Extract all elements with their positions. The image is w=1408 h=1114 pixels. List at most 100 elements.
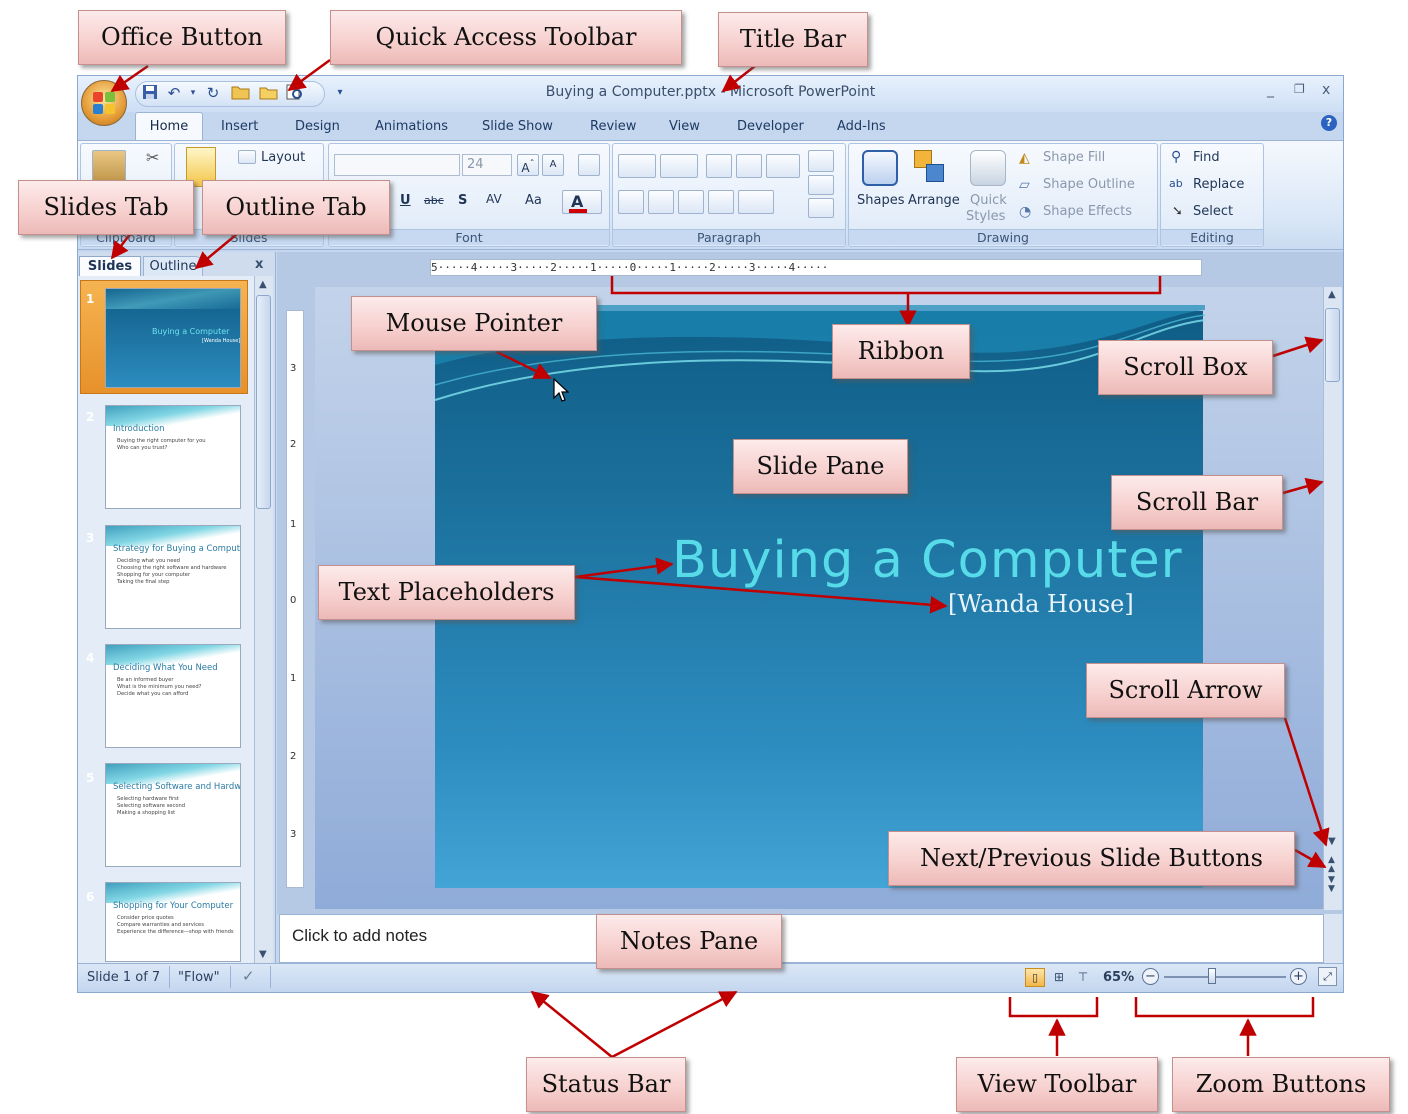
character-spacing-icon[interactable]: AV: [486, 192, 502, 206]
font-color-icon[interactable]: A: [562, 190, 602, 214]
slides-tab[interactable]: Slides: [79, 256, 141, 276]
grow-font-icon[interactable]: Aˆ: [517, 154, 539, 176]
close-button[interactable]: x: [1322, 82, 1330, 98]
align-right-icon[interactable]: [678, 190, 704, 214]
shape-outline-button[interactable]: Shape Outline: [1043, 177, 1135, 192]
shapes-button[interactable]: Shapes: [857, 193, 904, 208]
thumb-title: Deciding What You Need: [113, 663, 218, 673]
replace-button[interactable]: Replace: [1193, 177, 1244, 192]
change-case-icon[interactable]: Aa: [525, 193, 542, 208]
tab-developer[interactable]: Developer: [737, 116, 804, 138]
slide-subtitle-placeholder[interactable]: [Wanda House]: [948, 590, 1134, 618]
font-name-field[interactable]: [334, 154, 460, 176]
minimize-button[interactable]: _: [1267, 82, 1274, 98]
slide-thumbnail[interactable]: Shopping for Your Computer Consider pric…: [105, 882, 241, 962]
thumb-title: Shopping for Your Computer: [113, 901, 234, 911]
previous-slide-icon[interactable]: ▲ ▲: [1328, 856, 1335, 874]
align-center-icon[interactable]: [648, 190, 674, 214]
numbering-icon[interactable]: [660, 154, 698, 178]
normal-view-icon[interactable]: ▯: [1025, 968, 1045, 987]
undo-dropdown-icon[interactable]: ▾: [183, 83, 203, 103]
scroll-up-arrow-icon[interactable]: ▲: [259, 279, 267, 290]
slide-thumbnail[interactable]: Selecting Software and Hardware Selectin…: [105, 763, 241, 867]
bullets-icon[interactable]: [618, 154, 656, 178]
scroll-up-arrow-icon[interactable]: ▲: [1328, 289, 1336, 300]
scroll-down-arrow-icon[interactable]: ▼: [1328, 836, 1336, 847]
zoom-slider-thumb[interactable]: [1208, 968, 1216, 984]
underline-icon[interactable]: U: [400, 193, 411, 208]
tab-add-ins[interactable]: Add-Ins: [837, 116, 886, 138]
zoom-in-icon[interactable]: +: [1290, 968, 1307, 985]
line-spacing-icon[interactable]: [766, 154, 800, 178]
thumb-bullet: What is the minimum you need?: [117, 684, 202, 690]
tab-slide-show[interactable]: Slide Show: [482, 116, 553, 138]
columns-icon[interactable]: [738, 190, 774, 214]
redo-icon[interactable]: ↻: [203, 83, 223, 103]
select-button[interactable]: Select: [1193, 204, 1233, 219]
notes-placeholder[interactable]: Click to add notes: [292, 926, 427, 946]
tab-animations[interactable]: Animations: [375, 116, 448, 138]
notes-scrollbar[interactable]: [1324, 914, 1342, 963]
help-icon[interactable]: ?: [1321, 115, 1337, 131]
scroll-down-arrow-icon[interactable]: ▼: [259, 949, 267, 960]
next-slide-icon[interactable]: ▼ ▼: [1328, 876, 1335, 894]
new-folder-icon[interactable]: [259, 83, 279, 103]
tab-home[interactable]: Home: [135, 112, 203, 141]
horizontal-ruler[interactable]: 5·····4·····3·····2·····1·····0·····1···…: [430, 259, 1202, 276]
tab-insert[interactable]: Insert: [221, 116, 258, 138]
thumbnail-scroll-box[interactable]: [256, 295, 271, 509]
outline-tab[interactable]: Outline: [143, 256, 203, 276]
increase-indent-icon[interactable]: [736, 154, 762, 178]
justify-icon[interactable]: [708, 190, 734, 214]
decrease-indent-icon[interactable]: [706, 154, 732, 178]
theme-name[interactable]: "Flow": [178, 970, 220, 985]
clear-formatting-icon[interactable]: [578, 154, 600, 176]
slide-thumbnail[interactable]: Introduction Buying the right computer f…: [105, 405, 241, 509]
close-pane-icon[interactable]: x: [255, 257, 263, 272]
shape-effects-button[interactable]: Shape Effects: [1043, 204, 1132, 219]
tab-design[interactable]: Design: [295, 116, 340, 138]
align-text-icon[interactable]: [808, 175, 834, 195]
callout-zoom-buttons: Zoom Buttons: [1172, 1057, 1390, 1112]
text-direction-icon[interactable]: [808, 150, 834, 172]
vertical-ruler[interactable]: 3 2 1 0 1 2 3: [286, 310, 304, 888]
slide-sorter-view-icon[interactable]: ⊞: [1049, 968, 1069, 987]
quick-styles-label-2[interactable]: Styles: [966, 209, 1005, 224]
slide-thumbnail[interactable]: Deciding What You Need Be an informed bu…: [105, 644, 241, 748]
slide-thumbnail[interactable]: Buying a Computer [Wanda House]: [105, 288, 241, 388]
shape-fill-button[interactable]: Shape Fill: [1043, 150, 1105, 165]
open-folder-icon[interactable]: [231, 83, 251, 103]
slide-title-placeholder[interactable]: Buying a Computer: [672, 531, 1183, 590]
slide-show-view-icon[interactable]: ⊤: [1073, 968, 1093, 987]
find-button[interactable]: Find: [1193, 150, 1220, 165]
notes-pane[interactable]: [279, 914, 1324, 963]
cut-icon[interactable]: ✂: [146, 148, 159, 167]
zoom-out-icon[interactable]: −: [1142, 968, 1159, 985]
slide-thumbnail[interactable]: Strategy for Buying a Computer Deciding …: [105, 525, 241, 629]
spelling-check-icon[interactable]: ✓: [242, 967, 255, 985]
tab-view[interactable]: View: [669, 116, 700, 138]
zoom-level[interactable]: 65%: [1103, 970, 1134, 985]
strikethrough-icon[interactable]: abc: [424, 194, 444, 207]
align-left-icon[interactable]: [618, 190, 644, 214]
scroll-box[interactable]: [1325, 308, 1340, 382]
layout-button[interactable]: Layout: [261, 150, 305, 165]
fit-to-window-icon[interactable]: ⤢: [1318, 967, 1337, 986]
shadow-icon[interactable]: S: [458, 193, 467, 208]
shrink-font-icon[interactable]: A: [542, 154, 564, 176]
save-icon[interactable]: [140, 83, 160, 103]
arrange-button[interactable]: Arrange: [908, 193, 960, 208]
restore-button[interactable]: ❐: [1294, 82, 1305, 96]
undo-icon[interactable]: ↶: [164, 83, 184, 103]
smartart-icon[interactable]: [808, 198, 834, 218]
thumb-number: 4: [86, 651, 95, 665]
font-size-field[interactable]: 24: [462, 154, 512, 176]
thumb-bullet: Selecting software second: [117, 803, 186, 809]
quick-styles-label-1[interactable]: Quick: [970, 193, 1007, 208]
customize-qat-icon[interactable]: ▾: [330, 83, 350, 103]
zoom-slider-track[interactable]: [1164, 976, 1286, 978]
arrange-icon-back: [926, 164, 944, 182]
print-preview-icon[interactable]: [285, 83, 305, 103]
tab-review[interactable]: Review: [590, 116, 636, 138]
callout-slide-pane: Slide Pane: [733, 439, 908, 494]
